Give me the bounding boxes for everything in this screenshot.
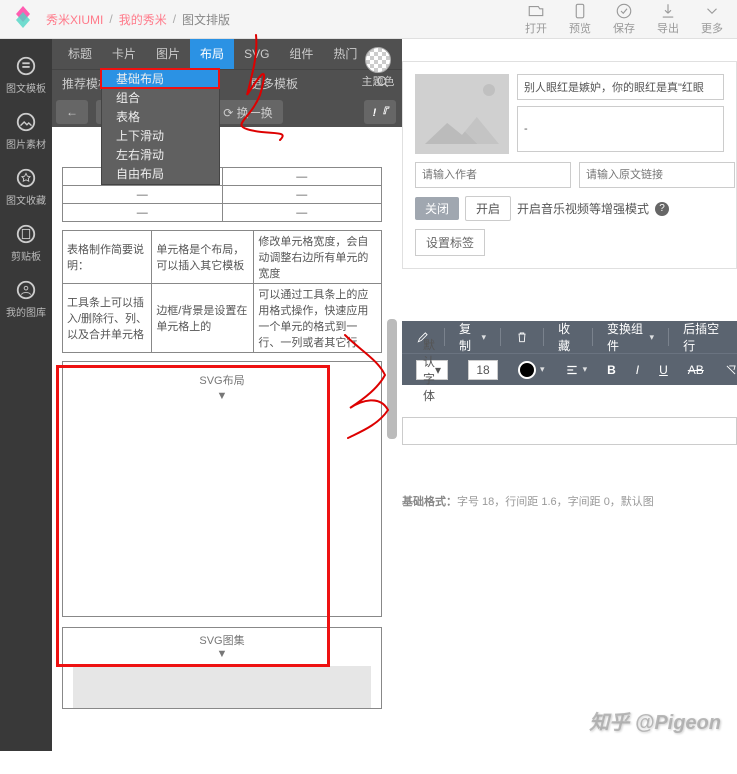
bold-button[interactable]: B — [599, 354, 624, 385]
dropdown-item-free[interactable]: 自由布局 — [102, 165, 219, 184]
tab-image[interactable]: 图片 — [146, 39, 190, 69]
templates-list: —— —— —— 表格制作简要说明： 单元格是个布局，可以插入其它模板 修改单元… — [62, 167, 382, 709]
template-table-2[interactable]: 表格制作简要说明： 单元格是个布局，可以插入其它模板 修改单元格宽度，会自动调整… — [62, 230, 382, 353]
source-link-input[interactable] — [579, 162, 735, 188]
clear-format-button[interactable] — [716, 354, 737, 385]
layout-dropdown: 基础布局 组合 表格 上下滑动 左右滑动 自由布局 — [101, 69, 220, 185]
delete-button[interactable] — [507, 321, 537, 353]
open-button[interactable]: 打开 — [525, 2, 547, 36]
header-actions: 打开 预览 保存 导出 更多 — [525, 2, 737, 36]
sidebar: 图文模板 图片素材 图文收藏 剪贴板 我的图库 — [0, 39, 52, 751]
favorite-button[interactable]: 收藏 — [550, 321, 586, 353]
special-char-button[interactable]: !『 — [364, 100, 396, 124]
enhance-on-button[interactable]: 开启 — [465, 196, 511, 221]
theme-color-picker[interactable]: 主题色 — [360, 47, 396, 95]
sidebar-item-templates[interactable]: 图文模板 — [0, 47, 52, 103]
enhance-label: 开启音乐视频等增强模式 — [517, 200, 649, 217]
underline-button[interactable]: U — [651, 354, 676, 385]
font-size-input[interactable]: 18 — [460, 354, 506, 385]
document-header: 关闭 开启 开启音乐视频等增强模式 ? 设置标签 — [402, 61, 737, 269]
tab-component[interactable]: 组件 — [279, 39, 323, 69]
content-editable[interactable] — [402, 417, 737, 445]
dropdown-item-table[interactable]: 表格 — [102, 108, 219, 127]
tab-layout[interactable]: 布局 — [190, 39, 234, 69]
sidebar-item-clipboard[interactable]: 剪贴板 — [0, 215, 52, 271]
title-input[interactable] — [517, 74, 724, 100]
dropdown-item-vscroll[interactable]: 上下滑动 — [102, 127, 219, 146]
breadcrumb-home[interactable]: 秀米XIUMI — [46, 11, 103, 28]
dropdown-item-basic-layout[interactable]: 基础布局 — [102, 70, 219, 89]
format-meta: 基础格式：字号 18，行间距 1.6，字间距 0，默认图 — [402, 493, 737, 509]
logo-icon — [8, 4, 38, 34]
prev-button[interactable]: ← — [56, 100, 88, 124]
dropdown-item-hscroll[interactable]: 左右滑动 — [102, 146, 219, 165]
breadcrumb: 秀米XIUMI / 我的秀米 / 图文排版 — [46, 11, 230, 28]
editor-panel: 关闭 开启 开启音乐视频等增强模式 ? 设置标签 复制 收藏 变换组件 后插空行 — [402, 39, 737, 751]
subtab-more[interactable]: 更多模板 — [240, 75, 308, 92]
breadcrumb-mine[interactable]: 我的秀米 — [119, 11, 167, 28]
header: 秀米XIUMI / 我的秀米 / 图文排版 打开 预览 保存 导出 更多 — [0, 0, 737, 39]
help-icon[interactable]: ? — [655, 202, 669, 216]
breadcrumb-current: 图文排版 — [182, 11, 230, 28]
theme-color-swatch-icon — [365, 47, 391, 73]
sidebar-item-library[interactable]: 我的图库 — [0, 271, 52, 327]
tab-svg[interactable]: SVG — [234, 39, 279, 69]
more-button[interactable]: 更多 — [701, 2, 723, 36]
category-tabs: 标题 卡片 图片 布局 SVG 组件 热门 — [52, 39, 402, 69]
export-button[interactable]: 导出 — [657, 2, 679, 36]
enhance-off-button[interactable]: 关闭 — [415, 197, 459, 220]
template-svg-layout[interactable]: SVG布局 ▼ — [62, 361, 382, 617]
text-color-picker[interactable] — [510, 354, 553, 385]
subtitle-input[interactable] — [517, 106, 724, 152]
set-tags-button[interactable]: 设置标签 — [415, 229, 485, 256]
preview-button[interactable]: 预览 — [569, 2, 591, 36]
cover-image-placeholder[interactable] — [415, 74, 509, 154]
shuffle-button[interactable]: ⟳ 换一换 — [213, 100, 282, 124]
author-input[interactable] — [415, 162, 571, 188]
font-family-select[interactable]: 默认字体 ▾ — [408, 354, 456, 385]
change-component-button[interactable]: 变换组件 — [599, 321, 662, 353]
italic-button[interactable]: I — [628, 354, 647, 385]
template-svg-album[interactable]: SVG图集 ▼ — [62, 627, 382, 709]
editor-toolbar: 复制 收藏 变换组件 后插空行 默认字体 ▾ 18 B I U AB — [402, 321, 737, 385]
align-button[interactable] — [557, 354, 596, 385]
save-button[interactable]: 保存 — [613, 2, 635, 36]
sidebar-item-images[interactable]: 图片素材 — [0, 103, 52, 159]
tab-card[interactable]: 卡片 — [102, 39, 146, 69]
scrollbar[interactable] — [387, 169, 397, 774]
insert-after-button[interactable]: 后插空行 — [675, 321, 731, 353]
watermark: 知乎 @Pigeon — [589, 706, 721, 735]
strikethrough-button[interactable]: AB — [680, 354, 712, 385]
tab-title[interactable]: 标题 — [58, 39, 102, 69]
dropdown-item-combo[interactable]: 组合 — [102, 89, 219, 108]
sidebar-item-favorites[interactable]: 图文收藏 — [0, 159, 52, 215]
copy-button[interactable]: 复制 — [451, 321, 494, 353]
